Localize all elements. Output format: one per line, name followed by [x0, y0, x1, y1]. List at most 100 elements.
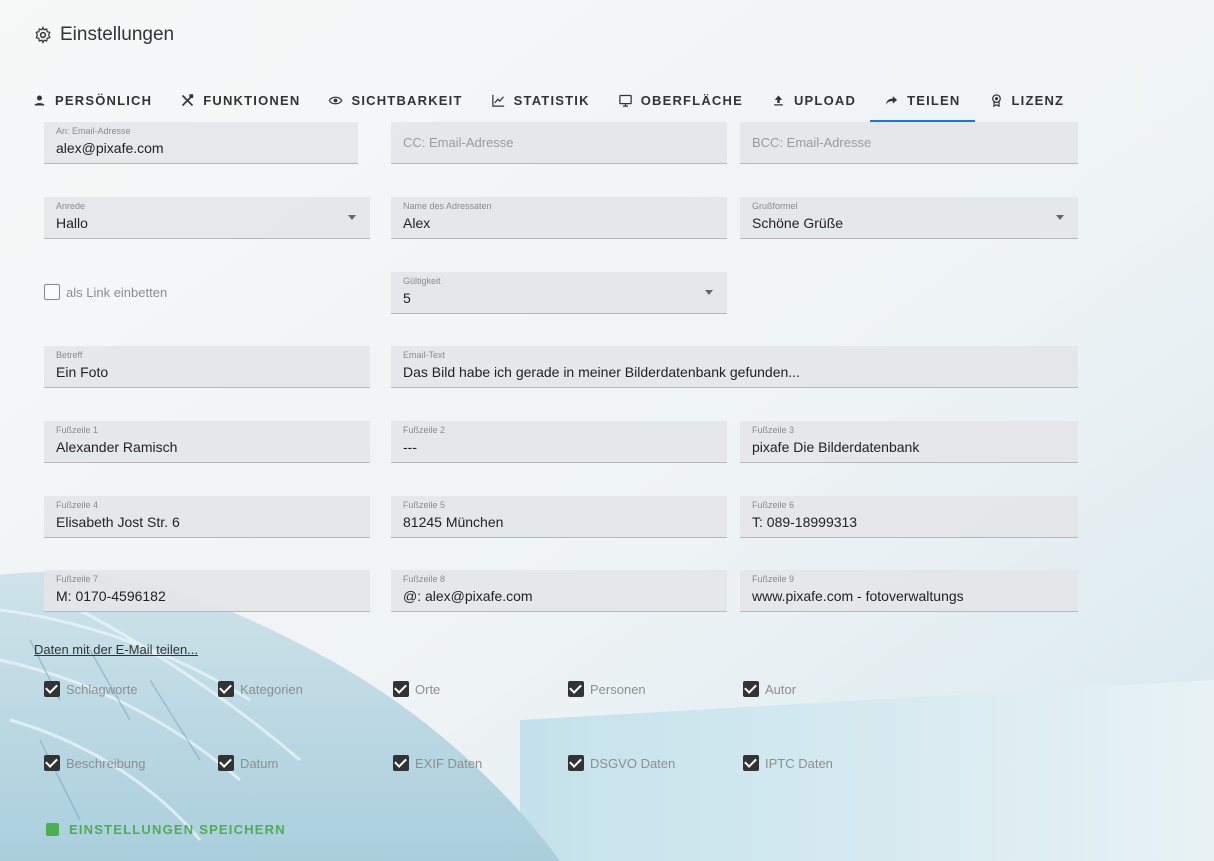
email-text-field[interactable]: Email-Text Das Bild habe ich gerade in m…: [391, 346, 1078, 388]
tab-statistik[interactable]: STATISTIK: [477, 78, 604, 122]
field-label: Fußzeile 4: [56, 500, 99, 510]
checkbox-box[interactable]: [44, 284, 60, 300]
chart-line-icon: [491, 94, 504, 107]
share-checkbox-datum[interactable]: Datum: [218, 755, 278, 771]
cc-email-field[interactable]: CC: Email-Adresse: [391, 122, 727, 164]
checkbox-label: Orte: [415, 681, 441, 697]
checkbox-label: als Link einbetten: [66, 284, 168, 300]
bcc-email-field[interactable]: BCC: Email-Adresse: [740, 122, 1078, 164]
checkbox-box[interactable]: [44, 681, 60, 697]
field-value: T: 089-18999313: [752, 514, 858, 530]
validity-select[interactable]: Gültigkeit 5: [391, 272, 727, 314]
tab-oberflaeche[interactable]: OBERFLÄCHE: [604, 78, 757, 122]
tab-teilen[interactable]: TEILEN: [870, 78, 975, 122]
share-checkbox-kategorien[interactable]: Kategorien: [218, 681, 303, 697]
field-value: www.pixafe.com - fotoverwaltungs: [752, 588, 964, 604]
settings-panel: Einstellungen PERSÖNLICH FUNKTIONEN SICH…: [0, 0, 1214, 861]
monitor-icon: [618, 94, 632, 107]
field-value: Das Bild habe ich gerade in meiner Bilde…: [403, 364, 800, 380]
share-checkbox-orte[interactable]: Orte: [393, 681, 440, 697]
checkbox-label: EXIF Daten: [415, 755, 483, 771]
checkbox-box[interactable]: [393, 681, 409, 697]
field-label: Anrede: [56, 201, 86, 211]
tab-funktionen[interactable]: FUNKTIONEN: [166, 78, 314, 122]
embed-link-checkbox[interactable]: als Link einbetten: [44, 284, 167, 300]
field-label: Fußzeile 6: [752, 500, 795, 510]
checkbox-box[interactable]: [568, 755, 584, 771]
save-button-label: EINSTELLUNGEN SPEICHERN: [69, 822, 286, 837]
checkbox-box[interactable]: [218, 755, 234, 771]
footer-field-5[interactable]: Fußzeile 5 81245 München: [391, 496, 727, 538]
checkbox-label: Schlagworte: [66, 681, 138, 697]
page-title-text: Einstellungen: [60, 24, 175, 45]
checkbox-box[interactable]: [568, 681, 584, 697]
field-value: alex@pixafe.com: [56, 140, 164, 156]
share-checkbox-exif[interactable]: EXIF Daten: [393, 755, 482, 771]
tab-label: TEILEN: [907, 92, 961, 108]
field-label: Email-Text: [403, 350, 446, 360]
tab-persoenlich[interactable]: PERSÖNLICH: [18, 78, 166, 122]
field-value: Alex: [403, 215, 431, 231]
share-checkbox-iptc[interactable]: IPTC Daten: [743, 755, 833, 771]
save-settings-button[interactable]: EINSTELLUNGEN SPEICHERN: [46, 822, 286, 837]
share-checkbox-dsgvo[interactable]: DSGVO Daten: [568, 755, 675, 771]
tab-lizenz[interactable]: LIZENZ: [975, 78, 1079, 122]
tab-label: FUNKTIONEN: [203, 92, 301, 108]
upload-icon: [774, 95, 783, 105]
checkbox-label: Beschreibung: [66, 755, 146, 771]
tab-label: OBERFLÄCHE: [640, 92, 743, 108]
gear-icon: [35, 26, 51, 44]
person-icon: [34, 95, 45, 105]
field-label: Fußzeile 1: [56, 425, 99, 435]
eye-icon: [328, 96, 343, 104]
certificate-icon: [991, 93, 1001, 107]
dropdown-arrow-icon: [348, 215, 356, 220]
checkbox-label: Personen: [590, 681, 646, 697]
share-data-link[interactable]: Daten mit der E-Mail teilen...: [34, 642, 198, 657]
share-checkbox-schlagworte[interactable]: Schlagworte: [44, 681, 138, 697]
footer-field-4[interactable]: Fußzeile 4 Elisabeth Jost Str. 6: [44, 496, 370, 538]
footer-field-1[interactable]: Fußzeile 1 Alexander Ramisch: [44, 421, 370, 463]
checkbox-box[interactable]: [218, 681, 234, 697]
footer-field-8[interactable]: Fußzeile 8 @: alex@pixafe.com: [391, 570, 727, 612]
tab-label: PERSÖNLICH: [55, 92, 153, 108]
share-checkbox-beschreibung[interactable]: Beschreibung: [44, 755, 146, 771]
dropdown-arrow-icon: [705, 290, 713, 295]
share-checkbox-personen[interactable]: Personen: [568, 681, 646, 697]
checkbox-label: IPTC Daten: [765, 755, 833, 771]
field-placeholder: BCC: Email-Adresse: [752, 135, 872, 150]
checkbox-label: Datum: [240, 755, 279, 771]
tab-label: STATISTIK: [513, 92, 590, 108]
field-label: Grußformel: [752, 201, 798, 211]
footer-field-3[interactable]: Fußzeile 3 pixafe Die Bilderdatenbank: [740, 421, 1078, 463]
checkbox-box[interactable]: [743, 755, 759, 771]
recipient-name-field[interactable]: Name des Adressaten Alex: [391, 197, 727, 239]
field-label: Fußzeile 8: [403, 574, 446, 584]
footer-field-6[interactable]: Fußzeile 6 T: 089-18999313: [740, 496, 1078, 538]
subject-field[interactable]: Betreff Ein Foto: [44, 346, 370, 388]
tab-sichtbarkeit[interactable]: SICHTBARKEIT: [314, 78, 476, 122]
field-value: @: alex@pixafe.com: [403, 588, 533, 604]
footer-field-9[interactable]: Fußzeile 9 www.pixafe.com - fotoverwaltu…: [740, 570, 1078, 612]
field-label: Name des Adressaten: [403, 201, 492, 211]
field-value: Hallo: [56, 215, 88, 231]
checkbox-box[interactable]: [44, 755, 60, 771]
field-value: Ein Foto: [56, 364, 109, 380]
field-label: An: Email-Adresse: [56, 126, 131, 136]
field-value: M: 0170-4596182: [56, 588, 166, 604]
tab-upload[interactable]: UPLOAD: [757, 78, 870, 122]
salutation-select[interactable]: Anrede Hallo: [44, 197, 370, 239]
tab-label: UPLOAD: [793, 92, 857, 108]
field-value: Schöne Grüße: [752, 215, 844, 231]
footer-field-7[interactable]: Fußzeile 7 M: 0170-4596182: [44, 570, 370, 612]
field-label: Fußzeile 5: [403, 500, 446, 510]
to-email-field[interactable]: An: Email-Adresse alex@pixafe.com: [44, 122, 358, 164]
field-label: Betreff: [56, 350, 83, 360]
checkbox-box[interactable]: [743, 681, 759, 697]
field-value: pixafe Die Bilderdatenbank: [752, 439, 920, 455]
footer-field-2[interactable]: Fußzeile 2 ---: [391, 421, 727, 463]
closing-select[interactable]: Grußformel Schöne Grüße: [740, 197, 1078, 239]
checkbox-box[interactable]: [393, 755, 409, 771]
checkbox-label: Autor: [765, 681, 797, 697]
share-checkbox-autor[interactable]: Autor: [743, 681, 796, 697]
